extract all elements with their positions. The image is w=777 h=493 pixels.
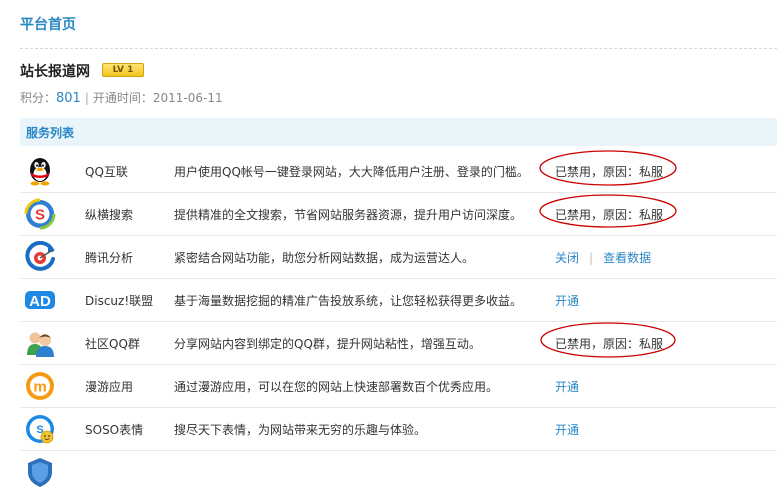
search-s-icon: S (24, 198, 56, 230)
service-row-partial (20, 451, 777, 493)
service-actions: 关闭 | 查看数据 (555, 249, 651, 266)
ad-icon: AD (25, 291, 55, 310)
open-time-value: 2011-06-11 (152, 91, 223, 105)
service-name: Discuz!联盟 (85, 294, 154, 308)
service-row-search: S 纵横搜索 提供精准的全文搜索，节省网站服务器资源，提升用户访问深度。 已禁用… (20, 193, 777, 236)
service-description: 通过漫游应用，可以在您的网站上快速部署数百个优秀应用。 (174, 380, 499, 394)
level-badge: LV 1 (102, 63, 144, 77)
open-service-link[interactable]: 开通 (555, 421, 579, 438)
service-row-qq-group: 社区QQ群 分享网站内容到绑定的QQ群，提升网站粘性，增强互动。 已禁用，原因：… (20, 322, 777, 365)
points-value[interactable]: 801 (56, 91, 81, 106)
service-name: 漫游应用 (85, 380, 134, 394)
section-title: 服务列表 (26, 126, 75, 140)
service-description: 用户使用QQ帐号一键登录网站，大大降低用户注册、登录的门槛。 (174, 165, 529, 179)
analytics-icon (25, 241, 55, 271)
title-divider (20, 48, 777, 49)
service-name: 腾讯分析 (85, 251, 134, 265)
site-name: 站长报道网 (20, 64, 90, 80)
service-status: 已禁用，原因：私服 (555, 208, 664, 222)
open-service-link[interactable]: 开通 (555, 292, 579, 309)
points-label: 积分： (20, 91, 57, 105)
shield-icon (28, 458, 52, 487)
service-description: 分享网站内容到绑定的QQ群，提升网站粘性，增强互动。 (174, 337, 481, 351)
service-description: 提供精准的全文搜索，节省网站服务器资源，提升用户访问深度。 (174, 208, 523, 222)
service-description: 基于海量数据挖掘的精准广告投放系统，让您轻松获得更多收益。 (174, 294, 523, 308)
service-row-manyou: m 漫游应用 通过漫游应用，可以在您的网站上快速部署数百个优秀应用。 开通 (20, 365, 777, 408)
service-status: 已禁用，原因：私服 (555, 165, 664, 179)
manyou-icon: m (26, 372, 54, 400)
service-row-analytics: 腾讯分析 紧密结合网站功能，助您分析网站数据，成为运营达人。 关闭 | 查看数据 (20, 236, 777, 279)
soso-smiley-icon: S (26, 415, 54, 444)
service-name: 纵横搜索 (85, 208, 134, 222)
svg-text:S: S (35, 207, 45, 224)
service-name: QQ互联 (85, 165, 128, 179)
qq-group-icon (27, 332, 54, 357)
service-status: 已禁用，原因：私服 (555, 337, 664, 351)
svg-text:AD: AD (29, 293, 51, 310)
open-time-label: 开通时间： (92, 91, 153, 105)
service-description: 搜尽天下表情，为网站带来无穷的乐趣与体验。 (174, 423, 427, 437)
service-row-soso-emoticon: S SOSO表情 搜尽天下表情，为网站带来无穷的乐趣与体验。 开通 (20, 408, 777, 451)
qq-penguin-icon (30, 158, 50, 186)
view-data-link[interactable]: 查看数据 (603, 251, 651, 265)
close-service-link[interactable]: 关闭 (555, 251, 579, 265)
open-service-link[interactable]: 开通 (555, 378, 579, 395)
service-name: SOSO表情 (85, 423, 144, 437)
service-name: 社区QQ群 (85, 337, 140, 351)
svg-text:m: m (33, 379, 46, 396)
site-meta: 积分：801 | 开通时间：2011-06-11 (20, 91, 223, 106)
service-row-discuz-union: AD Discuz!联盟 基于海量数据挖掘的精准广告投放系统，让您轻松获得更多收… (20, 279, 777, 322)
page-title: 平台首页 (20, 17, 76, 33)
service-row-qq-connect: QQ互联 用户使用QQ帐号一键登录网站，大大降低用户注册、登录的门槛。 已禁用，… (20, 150, 777, 193)
service-list-header: 服务列表 (20, 118, 777, 146)
action-separator: | (589, 251, 594, 265)
service-description: 紧密结合网站功能，助您分析网站数据，成为运营达人。 (174, 251, 475, 265)
